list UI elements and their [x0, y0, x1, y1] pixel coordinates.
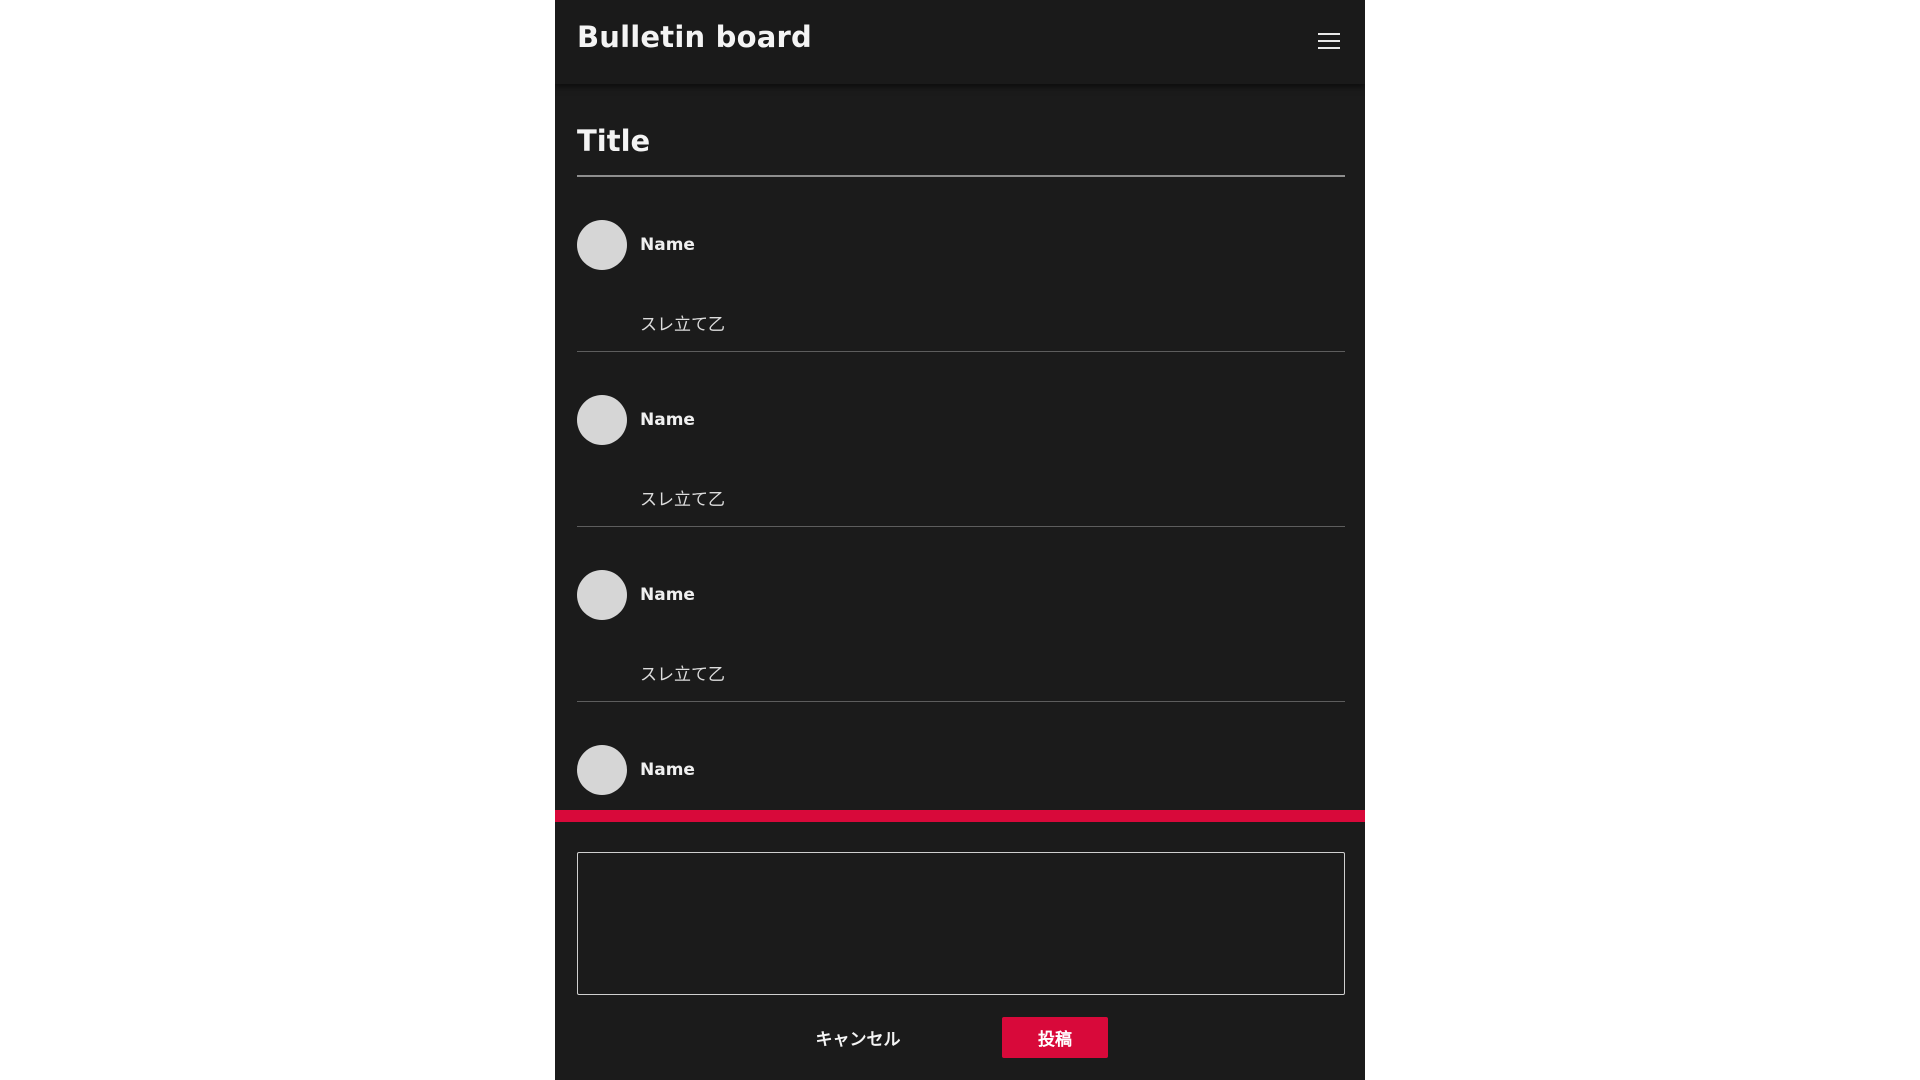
thread-view[interactable]: Title Name スレ立て乙 Name スレ立て乙 Name スレ立て乙 N… — [577, 84, 1345, 810]
post-author-name: Name — [640, 410, 695, 430]
post-author-name: Name — [640, 760, 695, 780]
reply-textarea[interactable] — [577, 852, 1345, 995]
avatar — [577, 745, 627, 795]
bulletin-board-app: Bulletin board Title Name スレ立て乙 Name スレ立… — [555, 0, 1365, 1080]
cancel-button[interactable]: キャンセル — [793, 1017, 923, 1057]
post-item: Name — [577, 702, 1345, 810]
thread-title: Title — [577, 124, 651, 158]
hamburger-menu-icon — [1318, 33, 1340, 49]
post-item: Name スレ立て乙 — [577, 177, 1345, 352]
post-body: スレ立て乙 — [640, 315, 725, 335]
avatar — [577, 395, 627, 445]
avatar — [577, 220, 627, 270]
post-item: Name スレ立て乙 — [577, 527, 1345, 702]
post-author-name: Name — [640, 235, 695, 255]
menu-button[interactable] — [1311, 26, 1347, 58]
post-body: スレ立て乙 — [640, 490, 725, 510]
app-title: Bulletin board — [577, 20, 812, 54]
post-submit-button[interactable]: 投稿 — [1002, 1017, 1108, 1058]
post-item: Name スレ立て乙 — [577, 352, 1345, 527]
post-list: Name スレ立て乙 Name スレ立て乙 Name スレ立て乙 Name — [577, 177, 1345, 810]
post-author-name: Name — [640, 585, 695, 605]
post-body: スレ立て乙 — [640, 665, 725, 685]
avatar — [577, 570, 627, 620]
composer-accent-bar — [555, 810, 1365, 822]
app-header: Bulletin board — [555, 0, 1365, 84]
